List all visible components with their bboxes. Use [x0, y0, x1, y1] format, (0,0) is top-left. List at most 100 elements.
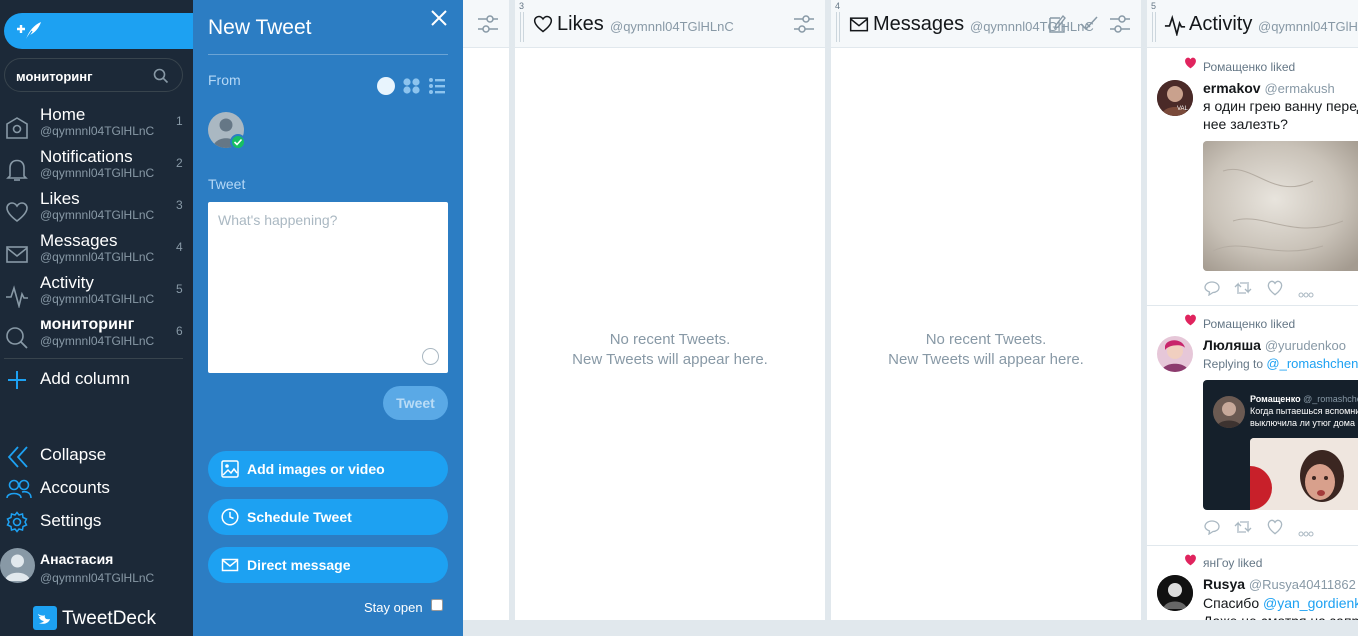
envelope-icon [6, 246, 28, 263]
mark-read-icon[interactable] [1079, 14, 1099, 34]
more-icon[interactable] [1298, 285, 1314, 303]
drag-handle[interactable] [1152, 12, 1156, 42]
direct-message-label: Direct message [247, 557, 351, 573]
column-number: 4 [835, 1, 841, 11]
add-column-button[interactable]: Add column [0, 367, 193, 393]
tweet-author-handle: @Rusya40411862 [1248, 577, 1356, 592]
sidebar-item-notifications[interactable]: Notifications @qymnnl04TGlHLnC 2 [0, 147, 193, 189]
heart-icon [533, 15, 553, 33]
mention-link[interactable]: @yan_gordienko [1263, 595, 1358, 611]
direct-message-button[interactable]: Direct message [208, 547, 448, 583]
activity-item[interactable]: Ромащенко liked Люляша @yurudenkoo Reply… [1147, 306, 1358, 546]
collapse-button[interactable]: Collapse [0, 443, 193, 469]
sidebar-item-messages[interactable]: Messages @qymnnl04TGlHLnC 4 [0, 231, 193, 273]
reply-icon[interactable] [1204, 519, 1220, 540]
reply-icon[interactable] [1204, 280, 1220, 301]
envelope-icon [849, 17, 869, 32]
svg-text:VAL: VAL [1177, 106, 1189, 112]
avatar[interactable] [1157, 336, 1193, 372]
account-profile[interactable]: Анастасия @qymnnl04TGlHLnC [0, 548, 193, 590]
sidebar-item-home[interactable]: Home @qymnnl04TGlHLnC 1 [0, 105, 193, 147]
empty-state-subtitle: New Tweets will appear here. [888, 351, 1084, 368]
close-icon[interactable] [429, 8, 449, 28]
tweet-textarea[interactable] [208, 202, 448, 373]
accounts-button[interactable]: Accounts [0, 476, 193, 502]
more-icon[interactable] [1298, 524, 1314, 542]
add-media-button[interactable]: Add images or video [208, 451, 448, 487]
sidebar-item-label: Messages [40, 231, 118, 250]
add-media-label: Add images or video [247, 461, 385, 477]
column-options-icon[interactable] [1110, 15, 1130, 33]
retweet-icon[interactable] [1234, 280, 1252, 301]
heart-icon [6, 202, 28, 223]
tweet-actions [1204, 280, 1324, 298]
stay-open-checkbox[interactable] [431, 599, 443, 611]
home-icon [6, 117, 28, 139]
sidebar-item-number: 5 [176, 282, 183, 296]
column-partial [463, 0, 509, 620]
empty-state: No recent Tweets. New Tweets will appear… [831, 330, 1141, 370]
avatar[interactable] [1157, 575, 1193, 611]
sidebar-item-search-monitoring[interactable]: мониторинг @qymnnl04TGlHLnC 6 [0, 315, 193, 357]
column-title: Activity [1189, 13, 1253, 35]
tweet-button[interactable]: Tweet [383, 386, 448, 420]
compose-title: New Tweet [208, 16, 312, 39]
schedule-tweet-button[interactable]: Schedule Tweet [208, 499, 448, 535]
avatar[interactable]: VAL [1157, 80, 1193, 116]
like-icon[interactable] [1267, 280, 1283, 301]
sidebar-item-number: 3 [176, 198, 183, 212]
profile-handle: @qymnnl04TGlHLnC [40, 571, 155, 585]
sidebar-item-label: мониторинг [40, 316, 135, 333]
like-icon[interactable] [1267, 519, 1283, 540]
liked-heart-icon [1185, 57, 1196, 69]
sidebar-item-likes[interactable]: Likes @qymnnl04TGlHLnC 3 [0, 189, 193, 231]
column-options-icon[interactable] [478, 15, 498, 33]
drag-handle[interactable] [836, 12, 840, 42]
tweet-author[interactable]: Люляша @yurudenkoo [1203, 337, 1346, 353]
sidebar-item-activity[interactable]: Activity @qymnnl04TGlHLnC 5 [0, 273, 193, 315]
sidebar-item-label: Home [40, 105, 86, 124]
tweet-author[interactable]: ermakov @ermakush [1203, 80, 1335, 96]
account-view-toggle-icons[interactable] [376, 76, 448, 96]
sidebar-item-number: 1 [176, 114, 183, 128]
new-message-icon[interactable] [1047, 14, 1069, 34]
compose-tweet-button[interactable] [4, 13, 193, 49]
column-messages: 4 Messages @qymnnl04TGlHLnC No recent Tw… [831, 0, 1141, 620]
sidebar-item-number: 6 [176, 324, 183, 338]
tweet-author-handle: @yurudenkoo [1264, 338, 1346, 353]
search-icon[interactable] [153, 68, 169, 84]
column-header [463, 0, 509, 48]
liked-by-text: Ромащенко liked [1203, 317, 1296, 331]
replying-to-link[interactable]: @_romashchenko [1266, 356, 1358, 371]
search-input[interactable] [16, 66, 151, 86]
activity-icon [1164, 14, 1186, 36]
column-options-icon[interactable] [794, 15, 814, 33]
tweet-media-image[interactable] [1203, 141, 1358, 271]
sidebar-item-handle: @qymnnl04TGlHLnC [40, 250, 155, 264]
drag-handle[interactable] [520, 12, 524, 42]
horizontal-scrollbar[interactable] [463, 620, 1358, 636]
schedule-tweet-label: Schedule Tweet [247, 509, 352, 525]
avatar[interactable] [0, 548, 35, 583]
sidebar-item-label: Likes [40, 189, 80, 208]
plus-icon [8, 371, 26, 389]
activity-item[interactable]: янГоу liked Rusya @Rusya40411862 Спасибо… [1147, 546, 1358, 620]
settings-button[interactable]: Settings [0, 509, 193, 535]
from-label: From [208, 72, 241, 88]
column-header: 4 Messages @qymnnl04TGlHLnC [831, 0, 1141, 48]
column-handle: @qymnnl04TGlHLnC [610, 19, 734, 34]
bell-icon [6, 159, 28, 181]
activity-item[interactable]: Ромащенко liked VAL ermakov @ermakush я … [1147, 49, 1358, 306]
column-header: 5 Activity @qymnnl04TGlHLnC [1147, 0, 1358, 48]
clock-icon [221, 508, 239, 526]
double-chevron-left-icon [7, 446, 28, 468]
brand-label: TweetDeck [62, 608, 156, 629]
search-box[interactable] [4, 58, 183, 92]
tweet-media-image[interactable]: Ромащенко @_romashchenko Когда пытаешься… [1203, 380, 1358, 510]
tweet-author-name: ermakov [1203, 80, 1261, 96]
tweetdeck-brand: TweetDeck [33, 606, 156, 632]
retweet-icon[interactable] [1234, 519, 1252, 540]
tweet-author[interactable]: Rusya @Rusya40411862 [1203, 576, 1356, 592]
quote-text-line: Когда пытаешься вспомнить [1250, 406, 1358, 416]
empty-state-subtitle: New Tweets will appear here. [572, 351, 768, 368]
